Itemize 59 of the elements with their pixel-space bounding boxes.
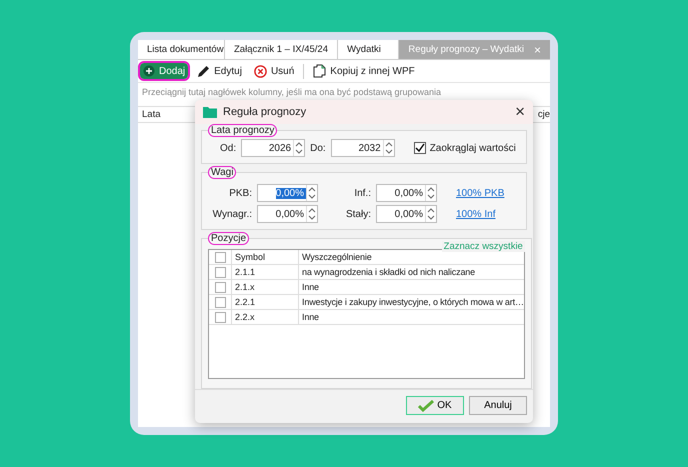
table-cell-text: Inne (301, 311, 320, 324)
delete-icon (254, 64, 267, 78)
ok-button[interactable]: OK (406, 396, 464, 415)
spin-field[interactable]: 0,00% (257, 184, 318, 202)
field-label: PKB: (228, 188, 252, 198)
link[interactable]: 100% Inf (456, 208, 496, 220)
table-cell: 2.1.x (232, 280, 299, 294)
edit-button[interactable]: Edytuj (194, 62, 245, 80)
table-cell-text: Inwestycje i zakupy inwestycyjne, o których mowa w art… (301, 296, 524, 309)
table-cell-text: na wynagrodzenia i składki od nich naliczane (301, 266, 476, 279)
field-label: Od: (220, 142, 236, 154)
spin-field[interactable]: 0,00% (257, 205, 318, 223)
table-cell: 2.2.x (232, 310, 299, 324)
check-icon (418, 400, 434, 412)
tab[interactable]: Lista dokumentów (138, 40, 225, 59)
table-cell-text: Inne (301, 281, 320, 294)
checkbox[interactable] (214, 252, 226, 262)
checkbox[interactable] (214, 296, 226, 308)
checkbox[interactable] (214, 282, 226, 292)
spin-field[interactable]: 0,00% (376, 205, 437, 223)
field-label: Inf.: (353, 188, 371, 198)
spin-arrows-icon[interactable] (306, 185, 317, 201)
pencil-icon (197, 64, 210, 78)
column-header[interactable]: Wyszczególnienie (299, 250, 524, 264)
round-checkbox[interactable]: Zaokrąglaj wartości (414, 142, 516, 154)
column-header[interactable]: Symbol (232, 250, 299, 264)
dialog-title: Reguła prognozy (223, 106, 306, 118)
copy-button[interactable]: Kopiuj z innej WPF (310, 62, 418, 80)
spin-arrows-icon[interactable] (293, 140, 304, 156)
spin-field[interactable]: 2026 (241, 139, 306, 157)
folder-icon (203, 106, 217, 118)
table-cell: 2.2.1 (232, 295, 299, 309)
checkbox[interactable] (214, 312, 226, 322)
field-label: Wynagr.: (212, 208, 252, 220)
spin-field[interactable]: 2032 (330, 139, 395, 157)
group-legend: Lata prognozy (208, 124, 278, 137)
column-header[interactable]: cje (538, 109, 550, 120)
group-hint: Przeciągnij tutaj nagłówek kolumny, jeśli ma ona być podstawą grupowania (141, 86, 442, 97)
tab[interactable]: Załącznik 1 – IX/45/24 (225, 40, 338, 59)
add-button[interactable]: Dodaj (140, 63, 188, 79)
group-legend: Pozycje (208, 232, 250, 245)
field-label: Stały: (344, 208, 371, 220)
spin-arrows-icon[interactable] (382, 140, 394, 156)
spin-arrows-icon[interactable] (425, 206, 436, 222)
close-icon[interactable]: × (515, 102, 525, 122)
field-label: Do: (310, 142, 326, 154)
check-icon (414, 143, 425, 153)
cancel-button[interactable]: Anuluj (469, 396, 527, 415)
spin-arrows-icon[interactable] (306, 206, 317, 222)
group-legend: Wagi (208, 166, 236, 179)
checkbox[interactable] (214, 266, 226, 278)
delete-button[interactable]: Usuń (250, 62, 298, 80)
plus-icon (143, 65, 155, 77)
spin-field[interactable]: 0,00% (376, 184, 437, 202)
link[interactable]: 100% PKB (456, 188, 504, 198)
column-header[interactable]: Lata (138, 109, 160, 120)
table-cell: 2.1.1 (232, 265, 299, 279)
copy-icon (313, 64, 326, 78)
spin-arrows-icon[interactable] (425, 185, 436, 201)
